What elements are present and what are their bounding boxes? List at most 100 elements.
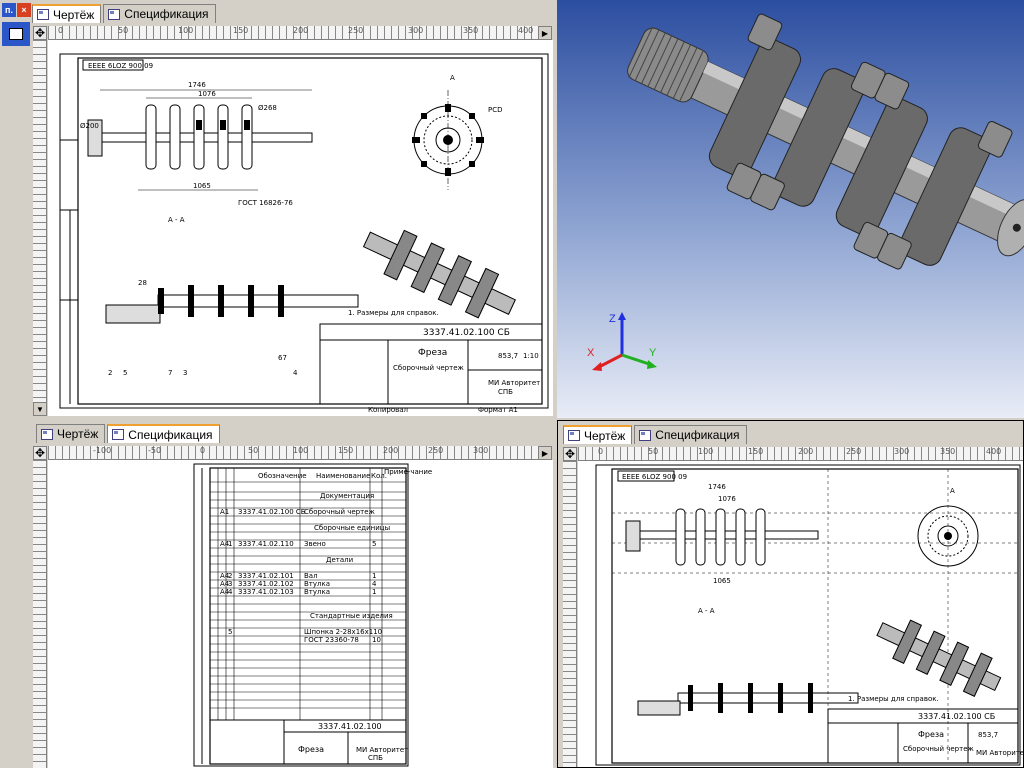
svg-text:1076: 1076	[718, 495, 736, 503]
svg-text:3337.41.02.100: 3337.41.02.100	[318, 722, 382, 731]
svg-text:3: 3	[183, 369, 187, 377]
spec-pane: Чертёж Спецификация ✥ -100 -50 0 50 100 …	[0, 420, 555, 768]
svg-text:3337.41.02.100 СБ: 3337.41.02.100 СБ	[423, 328, 510, 338]
svg-text:Фреза: Фреза	[418, 348, 447, 358]
move-cross-icon[interactable]: ✥	[33, 446, 47, 460]
svg-text:7: 7	[168, 369, 172, 377]
svg-text:Сборочный чертеж: Сборочный чертеж	[304, 508, 375, 516]
axis-triad: Z Y X	[587, 312, 657, 371]
svg-text:67: 67	[278, 354, 287, 362]
ruler-vertical	[33, 460, 47, 768]
tab-bar-drawing-2: Чертёж Спецификация	[563, 425, 749, 444]
svg-text:ЕЕЕЕ 6LOZ 900 09: ЕЕЕЕ 6LOZ 900 09	[622, 473, 687, 481]
svg-text:А1: А1	[220, 508, 229, 516]
svg-text:ГОСТ 23360-78: ГОСТ 23360-78	[304, 636, 359, 644]
sheet-icon	[639, 429, 652, 441]
move-cross-icon[interactable]: ✥	[563, 447, 577, 461]
svg-text:СПБ: СПБ	[498, 388, 513, 396]
tab-drawing[interactable]: Чертёж	[563, 425, 633, 444]
svg-text:1:10: 1:10	[523, 352, 539, 360]
axis-z-label: Z	[609, 313, 616, 325]
svg-text:3337.41.02.101: 3337.41.02.101	[238, 572, 294, 580]
svg-text:28: 28	[138, 279, 147, 287]
svg-text:1: 1	[372, 588, 376, 596]
svg-text:PCD: PCD	[488, 106, 503, 114]
move-cross-icon[interactable]: ✥	[33, 26, 47, 40]
close-icon[interactable]: ×	[17, 3, 31, 17]
ruler-vertical	[33, 40, 47, 402]
tab-bar: Чертёж Спецификация	[32, 4, 218, 23]
svg-text:1. Размеры для справок.: 1. Размеры для справок.	[348, 309, 439, 317]
tab-bar-spec: Чертёж Спецификация	[36, 424, 222, 443]
svg-text:Документация: Документация	[320, 492, 374, 500]
svg-text:3337.41.02.100 СБ: 3337.41.02.100 СБ	[238, 508, 306, 516]
spec-canvas[interactable]: Обозначение Наименование Кол. Приме-чани…	[48, 460, 553, 768]
drawing-pane-bottom: Чертёж Спецификация ✥ 0 50 100 150 200 2…	[557, 420, 1024, 768]
sheet-icon	[41, 428, 53, 440]
doc-icon[interactable]	[2, 22, 30, 46]
sheet-icon	[568, 430, 580, 441]
sheet-icon	[108, 8, 121, 20]
svg-text:1746: 1746	[708, 483, 726, 491]
drawing-canvas-2[interactable]: ЕЕЕЕ 6LOZ 900 09 1746 1076 1065 А А - А	[578, 461, 1023, 767]
svg-text:5: 5	[228, 628, 232, 636]
svg-text:4: 4	[293, 369, 298, 377]
svg-text:3337.41.02.103: 3337.41.02.103	[238, 588, 294, 596]
axis-x-label: X	[587, 347, 595, 359]
tab-spec[interactable]: Спецификация	[634, 425, 747, 444]
assembly-drawing: ЕЕЕЕ 6LOZ 900 09 1746 1076 1065 Ø200 Ø26…	[59, 53, 549, 414]
scroll-down-button[interactable]: ▼	[33, 402, 47, 416]
svg-text:4: 4	[228, 588, 233, 596]
scroll-right-button[interactable]: ▶	[538, 26, 552, 40]
svg-text:Стандартные изделия: Стандартные изделия	[310, 612, 393, 620]
svg-text:Втулка: Втулка	[304, 580, 330, 588]
spec-sheet: Обозначение Наименование Кол. Приме-чани…	[193, 463, 432, 767]
svg-text:Ø200: Ø200	[80, 122, 99, 130]
svg-text:МИ Авторитет: МИ Авторитет	[976, 749, 1023, 757]
tab-spec[interactable]: Спецификация	[103, 4, 216, 23]
svg-text:5: 5	[372, 540, 376, 548]
svg-text:А: А	[450, 74, 455, 82]
svg-text:А - А: А - А	[698, 607, 715, 615]
tab-drawing[interactable]: Чертёж	[36, 424, 106, 443]
svg-text:Формат А1: Формат А1	[478, 406, 518, 414]
svg-text:3337.41.02.102: 3337.41.02.102	[238, 580, 294, 588]
svg-text:Шпонка 2-28х16х110: Шпонка 2-28х16х110	[304, 628, 382, 636]
model-3d-viewport[interactable]: Z Y X	[557, 0, 1024, 418]
svg-text:Фреза: Фреза	[298, 745, 324, 754]
svg-text:МИ Авторитет: МИ Авторитет	[356, 746, 408, 754]
svg-text:МИ Авторитет: МИ Авторитет	[488, 379, 540, 387]
sheet-icon	[37, 9, 49, 20]
svg-text:Вал: Вал	[304, 572, 318, 580]
svg-text:10: 10	[372, 636, 381, 644]
panel-button[interactable]: п.	[2, 3, 16, 17]
ruler-horizontal: 0 50 100 150 200 250 300 350 400	[48, 26, 538, 40]
svg-text:853,7: 853,7	[498, 352, 518, 360]
svg-text:Обозначение: Обозначение	[258, 472, 307, 480]
svg-text:5: 5	[123, 369, 127, 377]
svg-text:853,7: 853,7	[978, 731, 998, 739]
mini-toolbar: п. ×	[2, 3, 31, 17]
svg-text:Копировал: Копировал	[368, 406, 408, 414]
drawing-canvas[interactable]: ЕЕЕЕ 6LOZ 900 09 1746 1076 1065 Ø200 Ø26…	[48, 40, 553, 416]
svg-text:1065: 1065	[713, 577, 731, 585]
tab-spec[interactable]: Спецификация	[107, 424, 220, 443]
ruler-horizontal: 0 50 100 150 200 250 300 350 400	[578, 447, 1023, 461]
svg-text:3337.41.02.110: 3337.41.02.110	[238, 540, 294, 548]
svg-text:СПБ: СПБ	[368, 754, 383, 762]
svg-text:Наименование: Наименование	[316, 472, 370, 480]
svg-text:Звено: Звено	[304, 540, 326, 548]
scroll-right-button[interactable]: ▶	[538, 446, 552, 460]
axis-y-label: Y	[649, 347, 657, 359]
sheet-icon	[112, 429, 125, 440]
svg-text:Приме-чание: Приме-чание	[384, 468, 432, 476]
ruler-horizontal: -100 -50 0 50 100 150 200 250 300	[48, 446, 538, 460]
ruler-vertical	[563, 461, 577, 767]
svg-text:Детали: Детали	[326, 556, 353, 564]
svg-text:1: 1	[372, 572, 376, 580]
svg-text:4: 4	[372, 580, 377, 588]
tab-drawing[interactable]: Чертёж	[32, 4, 102, 23]
svg-text:1. Размеры для справок.: 1. Размеры для справок.	[848, 695, 939, 703]
svg-text:1065: 1065	[193, 182, 211, 190]
svg-text:1746: 1746	[188, 81, 206, 89]
